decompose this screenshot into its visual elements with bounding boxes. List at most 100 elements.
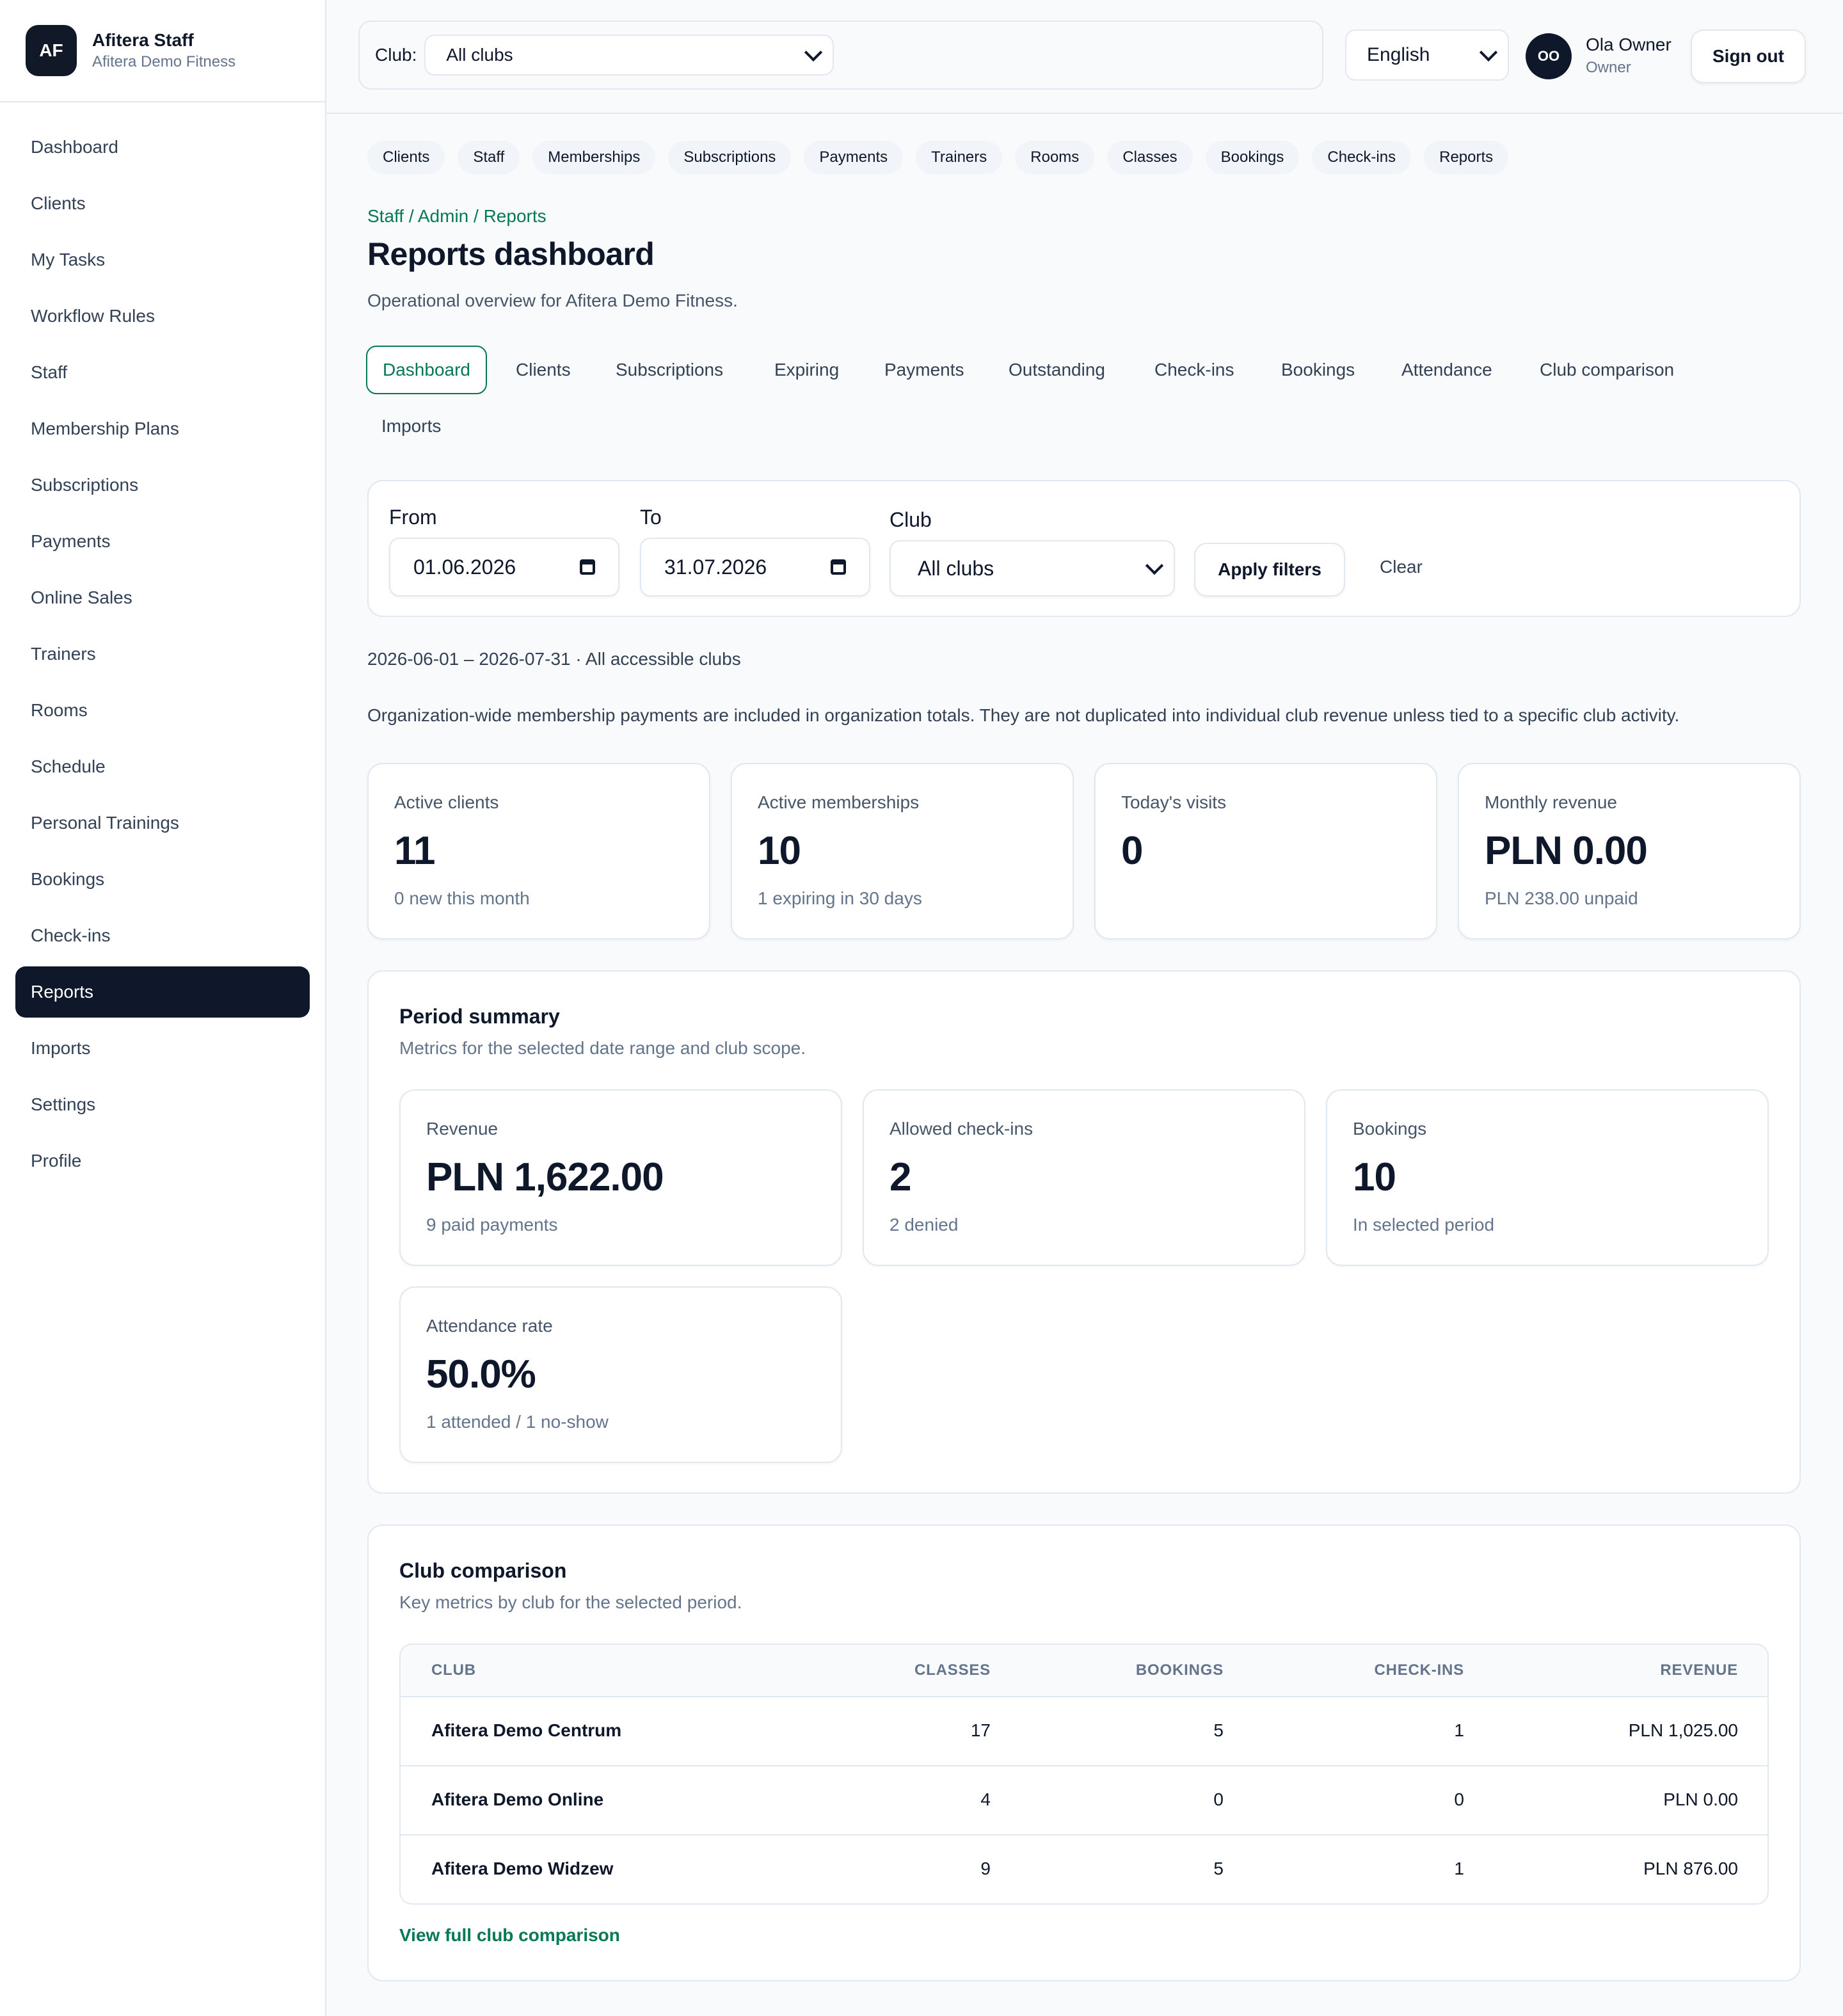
brand: AF Afitera Staff Afitera Demo Fitness [0,0,325,102]
quicklink-payments[interactable]: Payments [804,141,904,174]
user-name: Ola Owner [1586,35,1671,54]
cell-bookings: 5 [1213,1720,1224,1740]
to-date-input[interactable]: 31.07.2026 [640,538,870,596]
quicklink-trainers[interactable]: Trainers [916,141,1003,174]
calendar-icon [831,559,846,575]
brand-text: Afitera Staff Afitera Demo Fitness [92,29,235,72]
club-switcher-label: Club: [375,45,417,65]
tab-club-comparison[interactable]: Club comparison [1524,346,1689,394]
cell-revenue: PLN 1,025.00 [1628,1720,1738,1740]
quicklink-rooms[interactable]: Rooms [1015,141,1095,174]
quicklink-memberships[interactable]: Memberships [532,141,656,174]
cell-club: Afitera Demo Widzew [431,1859,614,1878]
cell-check-ins: 1 [1454,1720,1464,1740]
avatar[interactable]: OO [1526,33,1572,79]
tab-attendance[interactable]: Attendance [1386,346,1508,394]
breadcrumb[interactable]: Staff / Admin / Reports [367,206,547,227]
cell-club: Afitera Demo Centrum [431,1720,622,1740]
sidebar-item-online-sales[interactable]: Online Sales [15,572,310,623]
metric-sub: 9 paid payments [426,1215,558,1235]
sidebar-item-workflow-rules[interactable]: Workflow Rules [15,291,310,342]
quicklink-staff[interactable]: Staff [458,141,520,174]
sidebar-item-imports[interactable]: Imports [15,1023,310,1074]
cell-check-ins: 0 [1454,1789,1464,1809]
club-comparison-subtitle: Key metrics by club for the selected per… [399,1592,742,1612]
metric-value: PLN 1,622.00 [426,1155,664,1199]
to-date-value: 31.07.2026 [664,555,767,579]
to-label: To [640,506,662,529]
sidebar-item-reports[interactable]: Reports [15,966,310,1018]
tab-expiring[interactable]: Expiring [759,346,854,394]
club-switcher: Club: All clubs [358,20,1323,90]
stat-value: 0 [1121,829,1143,873]
metric-card-allowed-check-ins: Allowed check-ins 2 2 denied [863,1089,1305,1266]
stat-card-monthly-revenue: Monthly revenue PLN 0.00 PLN 238.00 unpa… [1458,763,1801,940]
revenue-note: Organization-wide membership payments ar… [367,705,1680,725]
clear-filters-button[interactable]: Clear [1380,557,1423,577]
quicklink-subscriptions[interactable]: Subscriptions [668,141,792,174]
sidebar-item-settings[interactable]: Settings [15,1079,310,1130]
tab-dashboard[interactable]: Dashboard [366,346,487,394]
user-role: Owner [1586,59,1631,76]
sidebar-item-staff[interactable]: Staff [15,347,310,398]
sidebar-item-trainers[interactable]: Trainers [15,628,310,680]
tab-clients[interactable]: Clients [500,346,586,394]
tab-bookings[interactable]: Bookings [1266,346,1370,394]
sidebar-item-personal-trainings[interactable]: Personal Trainings [15,797,310,849]
sidebar-item-bookings[interactable]: Bookings [15,854,310,905]
cell-check-ins: 1 [1454,1859,1464,1878]
stat-sub: 0 new this month [394,888,530,908]
metric-value: 50.0% [426,1352,536,1396]
period-summary-panel: Period summary Metrics for the selected … [367,970,1801,1494]
tab-outstanding[interactable]: Outstanding [993,346,1121,394]
table-header: CLUB CLASSES BOOKINGS CHECK-INS REVENUE [401,1645,1767,1697]
sidebar-item-my-tasks[interactable]: My Tasks [15,234,310,285]
club-comparison-panel: Club comparison Key metrics by club for … [367,1524,1801,1981]
sign-out-button[interactable]: Sign out [1691,29,1806,83]
table-row: Afitera Demo Widzew 9 5 1 PLN 876.00 [401,1836,1767,1903]
period-summary-subtitle: Metrics for the selected date range and … [399,1038,806,1058]
sidebar-item-membership-plans[interactable]: Membership Plans [15,403,310,454]
club-switcher-value: All clubs [446,45,513,65]
sidebar-item-payments[interactable]: Payments [15,516,310,567]
language-value: English [1367,44,1430,65]
apply-filters-button[interactable]: Apply filters [1194,543,1345,596]
chevron-down-icon [1479,43,1498,62]
from-date-input[interactable]: 01.06.2026 [389,538,619,596]
column-header-bookings: BOOKINGS [1135,1661,1224,1679]
stat-value: 10 [758,829,801,873]
tab-imports[interactable]: Imports [366,402,456,451]
sidebar-item-subscriptions[interactable]: Subscriptions [15,460,310,511]
language-select[interactable]: English [1345,29,1509,81]
sidebar-item-schedule[interactable]: Schedule [15,741,310,792]
stat-value: 11 [394,829,436,873]
quicklink-bookings[interactable]: Bookings [1205,141,1300,174]
stat-value: PLN 0.00 [1485,829,1648,873]
stat-label: Monthly revenue [1485,792,1618,812]
metric-label: Attendance rate [426,1316,553,1336]
brand-org: Afitera Demo Fitness [92,53,236,70]
tab-check-ins[interactable]: Check-ins [1139,346,1249,394]
sidebar-item-clients[interactable]: Clients [15,178,310,229]
quicklink-reports[interactable]: Reports [1424,141,1509,174]
sidebar-item-rooms[interactable]: Rooms [15,685,310,736]
view-full-club-comparison-link[interactable]: View full club comparison [399,1925,620,1946]
club-filter-select[interactable]: All clubs [890,540,1175,596]
tab-subscriptions[interactable]: Subscriptions [600,346,738,394]
table-row: Afitera Demo Centrum 17 5 1 PLN 1,025.00 [401,1697,1767,1766]
cell-bookings: 0 [1213,1789,1224,1809]
tab-payments[interactable]: Payments [869,346,980,394]
quicklink-classes[interactable]: Classes [1107,141,1193,174]
club-switcher-select[interactable]: All clubs [424,35,834,76]
sidebar-item-check-ins[interactable]: Check-ins [15,910,310,961]
calendar-icon [580,559,595,575]
chevron-down-icon [804,43,823,62]
quicklink-clients[interactable]: Clients [367,141,445,174]
sidebar-item-dashboard[interactable]: Dashboard [15,122,310,173]
quicklink-check-ins[interactable]: Check-ins [1312,141,1412,174]
club-comparison-table: CLUB CLASSES BOOKINGS CHECK-INS REVENUE … [399,1644,1769,1905]
filters-panel: From 01.06.2026 To 31.07.2026 Club All c… [367,480,1801,617]
sidebar-item-profile[interactable]: Profile [15,1135,310,1187]
app-root: AF Afitera Staff Afitera Demo Fitness Da… [0,0,1843,2016]
column-header-club: CLUB [431,1661,476,1679]
